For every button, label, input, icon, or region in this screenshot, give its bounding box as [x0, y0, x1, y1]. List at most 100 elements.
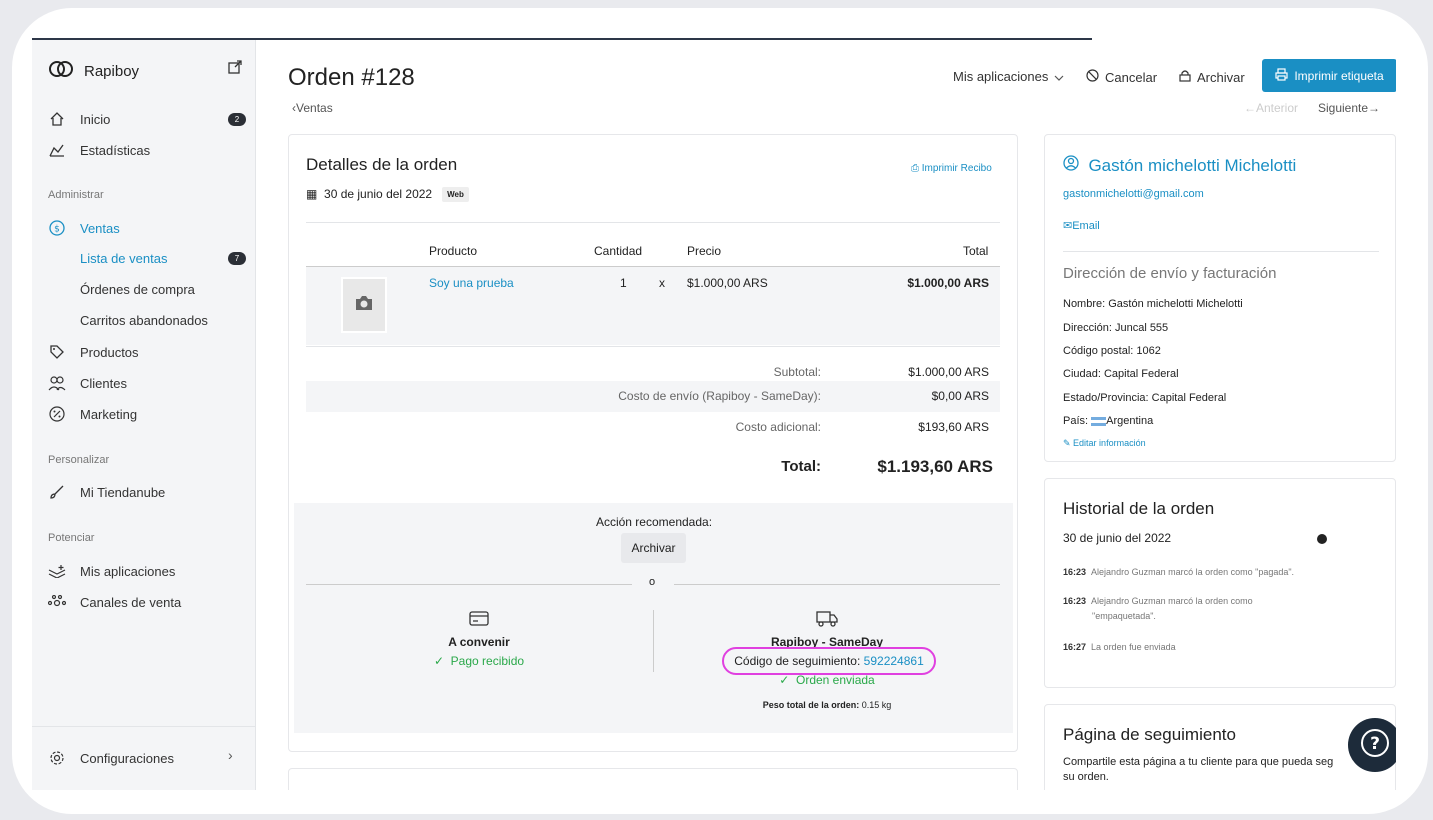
order-details-card: Detalles de la orden ⎙ Imprimir Recibo ▦… — [288, 134, 1018, 752]
or-separator: o — [649, 576, 656, 588]
brand-name: Rapiboy — [84, 62, 140, 80]
archive-button[interactable]: Archivar — [1179, 69, 1245, 85]
item-total: $1.000,00 ARS — [907, 276, 989, 290]
email-link[interactable]: ✉Email — [1063, 219, 1100, 232]
address-line: Nombre: Gastón michelotti Michelotti — [1063, 298, 1243, 310]
product-link[interactable]: Soy una prueba — [429, 276, 514, 290]
brand[interactable]: Rapiboy — [48, 60, 139, 82]
next-card — [288, 768, 1018, 790]
event-time: 16:27 — [1063, 642, 1087, 652]
next-button[interactable]: Siguiente→ — [1318, 101, 1380, 115]
payment-status-text: Pago recibido — [450, 654, 525, 668]
country-value: Argentina — [1106, 415, 1154, 427]
sidebar-item-estadisticas[interactable]: Estadísticas — [48, 141, 248, 159]
divider — [674, 584, 1000, 585]
sidebar-item-inicio[interactable]: Inicio — [48, 110, 248, 128]
item-x: x — [659, 276, 665, 290]
chart-icon — [48, 141, 66, 159]
action-label: Acción recomendada: — [595, 515, 713, 529]
sidebar-item-label: Mis aplicaciones — [80, 563, 176, 579]
sidebar: Rapiboy Inicio 2 Estadísticas Administra… — [32, 40, 256, 790]
address-line: Dirección: Juncal 555 — [1063, 322, 1169, 334]
sidebar-item-canales[interactable]: Canales de venta — [48, 593, 248, 611]
prev-button[interactable]: ←Anterior — [1244, 101, 1298, 115]
sidebar-subitem-carritos[interactable]: Carritos abandonados — [80, 313, 208, 328]
archive-action-button[interactable]: Archivar — [621, 533, 686, 563]
shipping-status-text: Orden enviada — [796, 673, 875, 687]
sidebar-item-label: Estadísticas — [80, 142, 151, 158]
tracking-page-card: Página de seguimiento Compartile esta pá… — [1044, 704, 1396, 790]
calendar-icon: ▦ — [306, 187, 318, 201]
breadcrumb-label: Ventas — [296, 101, 333, 115]
print-receipt-link[interactable]: ⎙ Imprimir Recibo — [911, 163, 992, 174]
event-text-cont: "empaquetada". — [1092, 611, 1156, 621]
sidebar-subitem-ordenes-compra[interactable]: Órdenes de compra — [80, 282, 195, 297]
address-title: Dirección de envío y facturación — [1063, 265, 1277, 282]
print-receipt-label: Imprimir Recibo — [921, 163, 992, 174]
external-link-icon[interactable] — [228, 60, 242, 79]
total-value: $1.193,60 ARS — [877, 457, 993, 476]
weight-label: Peso total de la orden: — [762, 700, 860, 710]
table-row[interactable] — [306, 267, 1000, 345]
breadcrumb[interactable]: ‹Ventas — [292, 101, 333, 115]
country-line: País: Argentina — [1063, 415, 1153, 427]
history-event: 16:23 Alejandro Guzman marcó la orden co… — [1063, 596, 1253, 606]
sidebar-item-label: Mi Tiendanube — [80, 484, 166, 500]
payment-title: A convenir — [448, 635, 510, 649]
shipping-value: $0,00 ARS — [931, 389, 989, 403]
event-text: La orden fue enviada — [1091, 642, 1176, 652]
sidebar-item-label: Canales de venta — [80, 594, 182, 610]
sidebar-item-clientes[interactable]: Clientes — [48, 374, 248, 392]
question-icon: ? — [1360, 728, 1390, 763]
section-potenciar: Potenciar — [48, 532, 95, 544]
help-button[interactable]: ? — [1348, 718, 1396, 772]
sidebar-item-label: Clientes — [80, 375, 127, 391]
next-label: Siguiente — [1318, 101, 1369, 115]
product-image[interactable] — [341, 277, 387, 333]
total-label: Total: — [781, 458, 821, 475]
sidebar-subitem-lista-ventas[interactable]: Lista de ventas — [80, 251, 167, 266]
prev-label: Anterior — [1256, 101, 1299, 115]
email-link-label: Email — [1072, 220, 1100, 232]
weight-value: 0.15 kg — [861, 700, 892, 710]
cancel-label: Cancelar — [1105, 69, 1158, 85]
edit-info-link[interactable]: ✎ Editar información — [1063, 438, 1146, 449]
chevron-right-icon[interactable]: › — [228, 747, 233, 763]
print-label-button[interactable]: Imprimir etiqueta — [1262, 59, 1396, 92]
cancel-button[interactable]: Cancelar — [1086, 69, 1157, 85]
item-qty: 1 — [620, 276, 627, 290]
col-producto: Producto — [429, 244, 478, 258]
dollar-icon: $ — [48, 219, 66, 237]
customer-name-text: Gastón michelotti Michelotti — [1088, 156, 1297, 175]
customer-name[interactable]: Gastón michelotti Michelotti — [1063, 155, 1296, 176]
channels-icon — [48, 593, 66, 611]
divider — [306, 584, 632, 585]
section-administrar: Administrar — [48, 189, 104, 201]
apps-dropdown[interactable]: Mis aplicaciones — [953, 69, 1064, 84]
gear-icon — [48, 749, 66, 767]
col-cantidad: Cantidad — [594, 244, 643, 258]
sidebar-item-ventas[interactable]: $ Ventas — [48, 219, 248, 237]
tracking-page-title: Página de seguimiento — [1063, 725, 1236, 744]
timeline-dot — [1317, 534, 1327, 544]
sidebar-item-configuraciones[interactable]: Configuraciones — [48, 749, 248, 767]
tracking-page-text: su orden. — [1063, 771, 1109, 783]
page-title: Orden #128 — [288, 64, 415, 91]
order-title: Detalles de la orden — [306, 155, 458, 174]
sidebar-item-mis-aplicaciones[interactable]: Mis aplicaciones — [48, 562, 248, 580]
sidebar-item-productos[interactable]: Productos — [48, 343, 248, 361]
sidebar-footer: Configuraciones › — [32, 726, 256, 790]
tracking-code-link[interactable]: 592224861 — [864, 654, 924, 668]
tracking-page-text: Compartile esta página a tu cliente para… — [1063, 756, 1334, 768]
sidebar-item-marketing[interactable]: Marketing — [48, 405, 248, 423]
window-frame: Rapiboy Inicio 2 Estadísticas Administra… — [12, 8, 1428, 814]
user-icon — [1063, 155, 1079, 175]
history-date: 30 de junio del 2022 — [1063, 531, 1172, 545]
customer-email[interactable]: gastonmichelotti@gmail.com — [1063, 188, 1204, 200]
camera-icon — [354, 295, 374, 316]
payment-status: ✓ Pago recibido — [433, 654, 525, 668]
sidebar-item-mi-tiendanube[interactable]: Mi Tiendanube — [48, 483, 248, 501]
history-card: Historial de la orden 30 de junio del 20… — [1044, 478, 1396, 688]
home-icon — [48, 110, 66, 128]
sidebar-item-label: Ventas — [80, 220, 120, 236]
